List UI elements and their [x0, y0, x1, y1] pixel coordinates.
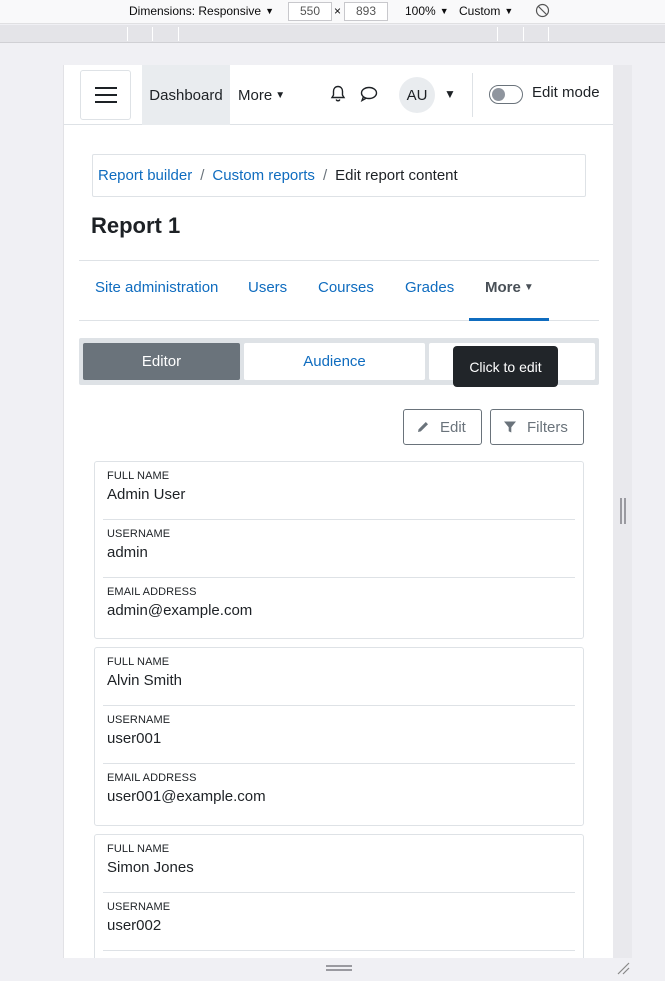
notifications-button[interactable] [330, 85, 346, 108]
field-value: admin@example.com [107, 602, 253, 619]
bell-icon [330, 85, 346, 102]
edit-mode-label: Edit mode [532, 84, 600, 101]
field-username: USERNAME user002 [103, 893, 575, 951]
chat-bubble-icon [360, 86, 378, 103]
edit-button-label: Edit [440, 418, 466, 436]
nav-more-menu[interactable]: More ▼ [238, 65, 285, 125]
hamburger-icon [94, 87, 117, 103]
secondary-nav: Site administration Users Courses Grades… [79, 260, 599, 321]
field-username: USERNAME user001 [103, 706, 575, 764]
field-value: Admin User [107, 486, 186, 503]
field-label: EMAIL ADDRESS [107, 586, 197, 598]
chevron-down-icon: ▼ [523, 282, 534, 293]
toggle-knob [492, 88, 505, 101]
viewport-height-input[interactable]: 893 [344, 2, 388, 21]
field-fullname: FULL NAME Simon Jones [103, 835, 575, 893]
report-card: FULL NAME Admin User USERNAME admin EMAI… [94, 461, 584, 639]
report-card: FULL NAME Alvin Smith USERNAME user001 E… [94, 647, 584, 826]
field-value: user001@example.com [107, 788, 266, 805]
field-username: USERNAME admin [103, 520, 575, 578]
resize-corner-icon[interactable] [615, 960, 631, 976]
devtools-ruler [0, 25, 665, 43]
secondary-nav-more-label: More [485, 279, 521, 296]
field-label: FULL NAME [107, 843, 170, 855]
breadcrumb-separator: / [322, 167, 328, 184]
menu-button[interactable] [80, 70, 131, 120]
field-label: USERNAME [107, 901, 171, 913]
filters-button-label: Filters [527, 418, 568, 436]
field-fullname: FULL NAME Admin User [103, 462, 575, 520]
filter-icon [504, 421, 516, 433]
resize-handle-vertical[interactable] [620, 498, 626, 524]
field-label: EMAIL ADDRESS [107, 772, 197, 784]
edit-button[interactable]: Edit [403, 409, 482, 445]
dimension-times: × [334, 4, 342, 18]
dimensions-caret-icon: ▼ [265, 6, 274, 16]
zoom-caret-icon: ▼ [439, 6, 449, 16]
throttle-caret-icon: ▼ [504, 6, 514, 16]
active-tab-indicator [469, 318, 549, 321]
field-fullname: FULL NAME Alvin Smith [103, 648, 575, 706]
chevron-down-icon: ▼ [275, 89, 286, 101]
tab-audience[interactable]: Audience [244, 343, 425, 380]
breadcrumb: Report builder / Custom reports / Edit r… [92, 154, 586, 197]
secondary-nav-site-administration[interactable]: Site administration [95, 279, 218, 296]
pencil-icon [418, 422, 428, 432]
secondary-nav-grades[interactable]: Grades [405, 279, 454, 296]
field-label: USERNAME [107, 528, 171, 540]
field-value: Simon Jones [107, 859, 194, 876]
secondary-nav-more[interactable]: More ▼ [485, 279, 534, 296]
field-value: user002 [107, 917, 162, 934]
field-label: USERNAME [107, 714, 171, 726]
dimensions-label: Dimensions: Responsive [129, 4, 262, 18]
dimensions-select[interactable]: Dimensions: Responsive ▼ [129, 4, 274, 18]
breadcrumb-report-builder[interactable]: Report builder [98, 167, 192, 184]
tooltip: Click to edit [453, 346, 558, 387]
user-avatar[interactable]: AU [399, 77, 435, 113]
breadcrumb-current: Edit report content [335, 167, 458, 184]
resize-handle-horizontal[interactable] [326, 965, 352, 971]
nav-more-label: More [238, 86, 273, 104]
responsive-viewport: Dashboard More ▼ AU ▼ Edit mode Report b… [63, 65, 613, 958]
secondary-nav-users[interactable]: Users [248, 279, 287, 296]
tab-editor[interactable]: Editor [83, 343, 240, 380]
rotate-icon[interactable] [535, 3, 550, 18]
devtools-toolbar: Dimensions: Responsive ▼ 550 × 893 100% … [0, 0, 665, 24]
field-value: user001 [107, 730, 162, 747]
page-title: Report 1 [91, 213, 181, 238]
field-label: FULL NAME [107, 470, 170, 482]
edit-mode-toggle[interactable] [489, 85, 523, 104]
throttle-label: Custom [459, 4, 501, 18]
field-value: admin [107, 544, 148, 561]
breadcrumb-separator: / [200, 167, 205, 184]
field-email: EMAIL ADDRESS admin@example.com [103, 578, 575, 636]
field-label: FULL NAME [107, 656, 170, 668]
messages-button[interactable] [360, 86, 378, 107]
viewport-width-input[interactable]: 550 [288, 2, 332, 21]
zoom-select[interactable]: 100% ▼ [405, 4, 449, 18]
field-email: EMAIL ADDRESS user001@example.com [103, 764, 575, 822]
top-navbar: Dashboard More ▼ AU ▼ Edit mode [64, 65, 613, 125]
zoom-label: 100% [405, 4, 436, 18]
filters-button[interactable]: Filters [490, 409, 584, 445]
nav-dashboard[interactable]: Dashboard [142, 65, 230, 125]
field-value: Alvin Smith [107, 672, 183, 689]
navbar-divider [472, 73, 473, 117]
breadcrumb-custom-reports[interactable]: Custom reports [212, 167, 315, 184]
throttle-select[interactable]: Custom ▼ [459, 4, 513, 18]
report-card: FULL NAME Simon Jones USERNAME user002 [94, 834, 584, 958]
secondary-nav-courses[interactable]: Courses [318, 279, 374, 296]
user-menu-caret-icon[interactable]: ▼ [444, 87, 456, 101]
